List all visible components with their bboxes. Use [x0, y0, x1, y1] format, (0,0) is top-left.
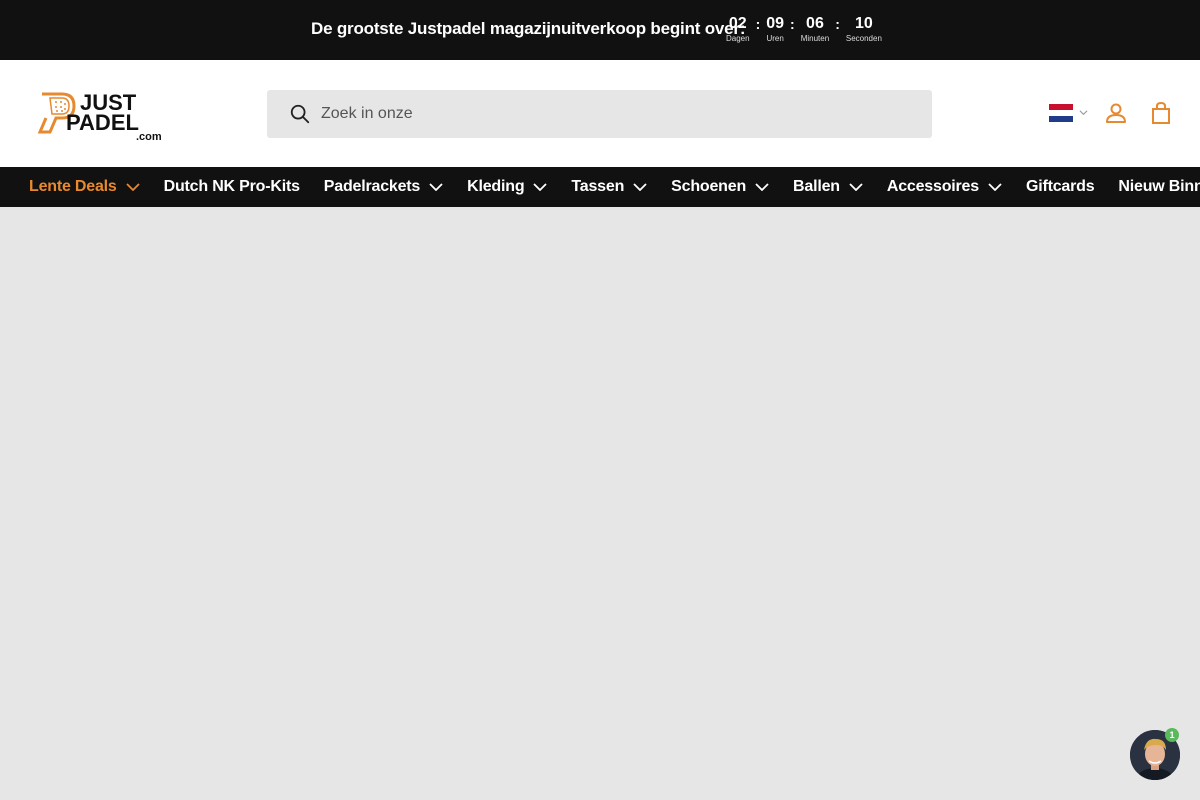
- site-header: JUST PADEL .com: [0, 60, 1200, 167]
- shopping-bag-icon[interactable]: [1150, 101, 1172, 125]
- countdown-seconds: 10 Seconden: [846, 14, 882, 44]
- search-icon[interactable]: [289, 103, 311, 125]
- chevron-down-icon: [849, 183, 863, 191]
- nav-item-giftcards[interactable]: Giftcards: [1025, 178, 1095, 196]
- countdown-days-value: 02: [728, 15, 747, 32]
- svg-text:PADEL: PADEL: [66, 110, 139, 135]
- chevron-down-icon: [633, 183, 647, 191]
- nav-item-schoenen[interactable]: Schoenen: [671, 178, 769, 196]
- countdown-hours-label: Uren: [766, 34, 784, 43]
- countdown-seconds-label: Seconden: [845, 34, 882, 43]
- announcement-text: De grootste Justpadel magazijnuitverkoop…: [311, 19, 746, 38]
- countdown-days: 02 Dagen: [726, 14, 750, 44]
- nav-item-label: Accessoires: [886, 178, 979, 195]
- nav-item-label: Ballen: [793, 178, 840, 195]
- account-icon[interactable]: [1104, 101, 1128, 125]
- chat-notification-badge: 1: [1165, 728, 1179, 742]
- nav-item-kleding[interactable]: Kleding: [467, 178, 548, 196]
- nav-item-lente-deals[interactable]: Lente Deals: [29, 178, 140, 196]
- countdown-hours-value: 09: [766, 15, 785, 32]
- chevron-down-icon: [125, 183, 140, 191]
- nav-item-nieuw-binnen[interactable]: Nieuw Binnen: [1118, 178, 1200, 196]
- nav-item-tassen[interactable]: Tassen: [571, 178, 647, 196]
- countdown-seconds-value: 10: [854, 15, 873, 32]
- nav-item-padelrackets[interactable]: Padelrackets: [324, 178, 443, 196]
- countdown-separator: :: [755, 16, 761, 32]
- countdown-separator: :: [790, 16, 795, 32]
- chevron-down-icon: [429, 183, 443, 191]
- countdown-minutes-label: Minuten: [800, 34, 830, 43]
- countdown-minutes-value: 06: [806, 15, 824, 32]
- chevron-down-icon: [755, 183, 769, 191]
- nav-item-label: Giftcards: [1025, 178, 1095, 195]
- countdown-separator: :: [835, 16, 840, 32]
- nav-item-label: Padelrackets: [323, 178, 421, 195]
- nav-item-label: Lente Deals: [29, 178, 117, 195]
- countdown-days-label: Dagen: [726, 34, 750, 43]
- nav-item-accessoires[interactable]: Accessoires: [887, 178, 1002, 196]
- netherlands-flag-icon[interactable]: [1049, 104, 1073, 122]
- search-bar[interactable]: [267, 90, 932, 138]
- nav-item-label: Dutch NK Pro-Kits: [163, 178, 300, 195]
- svg-text:.com: .com: [136, 131, 162, 142]
- justpadel-logo[interactable]: JUST PADEL .com: [36, 88, 168, 143]
- chevron-down-icon: [533, 183, 548, 191]
- nav-item-label: Kleding: [467, 178, 525, 195]
- announcement-bar: De grootste Justpadel magazijnuitverkoop…: [0, 0, 1200, 60]
- nav-item-dutch-nk-pro-kits[interactable]: Dutch NK Pro-Kits: [164, 178, 300, 196]
- main-navigation: Lente Deals Dutch NK Pro-Kits Padelracke…: [0, 167, 1200, 207]
- countdown-hours: 09 Uren: [766, 14, 784, 44]
- countdown-minutes: 06 Minuten: [801, 14, 829, 44]
- nav-item-ballen[interactable]: Ballen: [793, 178, 863, 196]
- chevron-down-icon[interactable]: [1079, 108, 1088, 117]
- nav-item-label: Tassen: [571, 178, 625, 195]
- search-input[interactable]: [321, 90, 911, 138]
- main-content: [0, 207, 1200, 800]
- chevron-down-icon: [988, 183, 1002, 191]
- nav-item-label: Schoenen: [671, 178, 747, 195]
- nav-item-label: Nieuw Binnen: [1118, 178, 1200, 195]
- countdown-timer: 02 Dagen : 09 Uren : 06 Minuten : 10 Sec…: [726, 14, 882, 44]
